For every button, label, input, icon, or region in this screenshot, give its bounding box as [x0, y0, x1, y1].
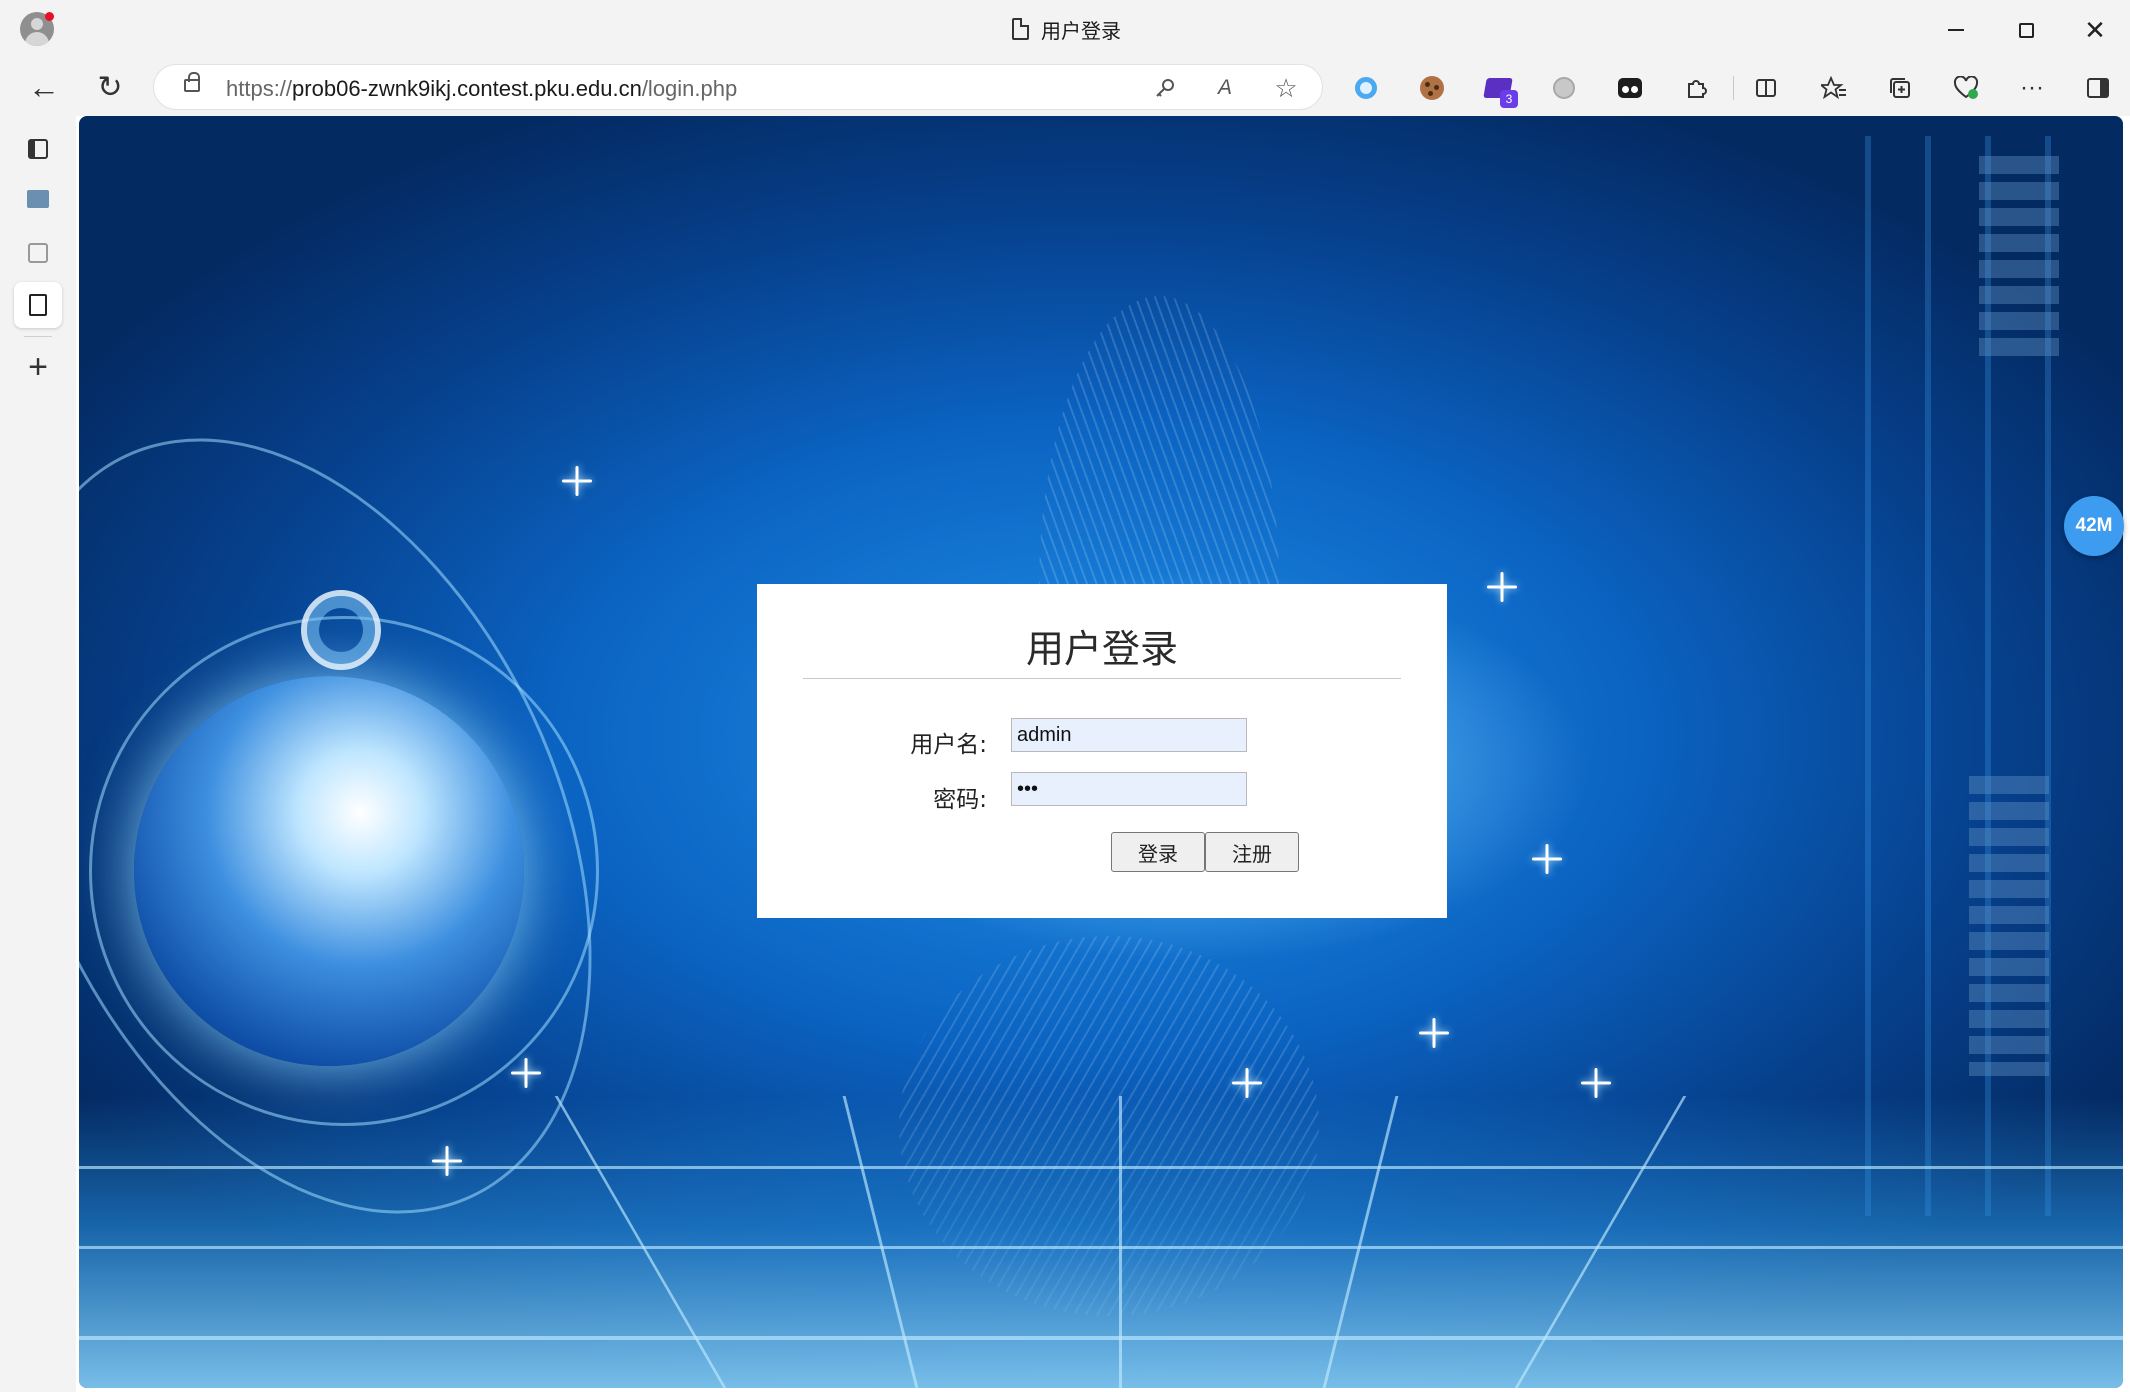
- favorites-icon[interactable]: [1816, 70, 1852, 106]
- browser-toolbar: ← ↻ https://prob06-zwnk9ikj.contest.pku.…: [0, 58, 2130, 116]
- sidebar-toggle-icon[interactable]: [2080, 70, 2116, 106]
- tab-window-icon[interactable]: [14, 230, 62, 276]
- password-label: 密码:: [933, 787, 987, 813]
- page-icon: [1012, 18, 1029, 40]
- minimize-button[interactable]: [1933, 10, 1979, 50]
- cookie-extension-icon[interactable]: [1414, 70, 1450, 106]
- maximize-button[interactable]: [2003, 10, 2049, 50]
- circle-extension-icon[interactable]: [1348, 70, 1384, 106]
- login-form: 用户登录 用户名: 密码: 登录 注册: [757, 584, 1447, 918]
- reload-button[interactable]: ↻: [88, 66, 132, 108]
- extension-badge: 3: [1500, 90, 1518, 108]
- favorite-star-icon[interactable]: ☆: [1271, 73, 1301, 103]
- vertical-sidebar: +: [0, 116, 76, 1392]
- read-aloud-icon[interactable]: A: [1210, 73, 1240, 103]
- browser-health-icon[interactable]: [1948, 70, 1984, 106]
- window-title-text: 用户登录: [1041, 20, 1121, 43]
- url-text[interactable]: https://prob06-zwnk9ikj.contest.pku.edu.…: [226, 76, 737, 102]
- gray-extension-icon[interactable]: [1546, 70, 1582, 106]
- register-button[interactable]: 注册: [1205, 832, 1299, 872]
- tab-actions-icon[interactable]: [14, 126, 62, 172]
- target-ring-illustration: [301, 590, 381, 670]
- username-input[interactable]: [1011, 718, 1247, 752]
- tab-terminal-icon[interactable]: [14, 176, 62, 222]
- dark-extension-icon[interactable]: [1612, 70, 1648, 106]
- back-button[interactable]: ←: [22, 66, 66, 108]
- plus-icon: +: [28, 347, 48, 386]
- memory-badge[interactable]: 42M: [2064, 496, 2124, 556]
- key-icon[interactable]: [1150, 73, 1180, 103]
- username-label: 用户名:: [910, 732, 987, 758]
- minimize-icon: [1948, 29, 1964, 31]
- window-title: 用户登录: [1012, 16, 1121, 43]
- extensions-puzzle-icon[interactable]: [1678, 70, 1714, 106]
- graduation-extension-icon[interactable]: 3: [1480, 70, 1518, 108]
- globe-illustration: [134, 676, 524, 1066]
- new-tab-button[interactable]: +: [14, 344, 62, 390]
- collections-icon[interactable]: [1882, 70, 1918, 106]
- page-viewport: 用户登录 用户名: 密码: 登录 注册: [79, 116, 2123, 1388]
- url-scheme: https://: [226, 76, 293, 101]
- title-bar: 用户登录 ✕: [0, 0, 2130, 58]
- sidebar-separator: [24, 336, 52, 337]
- toolbar-separator: [1733, 76, 1734, 100]
- background-blocks-lower: [1969, 776, 2049, 1076]
- notification-dot: [45, 12, 54, 21]
- title-divider: [803, 678, 1401, 679]
- login-button[interactable]: 登录: [1111, 832, 1205, 872]
- close-button[interactable]: ✕: [2072, 10, 2118, 50]
- maximize-icon: [2018, 22, 2034, 38]
- tab-login-page-icon[interactable]: [14, 282, 62, 328]
- url-host: prob06-zwnk9ikj.contest.pku.edu.cn: [292, 76, 642, 101]
- url-path: /login.php: [641, 76, 738, 101]
- lock-icon[interactable]: [184, 72, 200, 92]
- login-title: 用户登录: [1025, 627, 1178, 671]
- split-screen-icon[interactable]: [1748, 70, 1784, 106]
- more-options-icon[interactable]: ···: [2014, 70, 2050, 106]
- address-bar[interactable]: https://prob06-zwnk9ikj.contest.pku.edu.…: [153, 64, 1323, 110]
- background-blocks: [1979, 156, 2059, 356]
- password-input[interactable]: [1011, 772, 1247, 806]
